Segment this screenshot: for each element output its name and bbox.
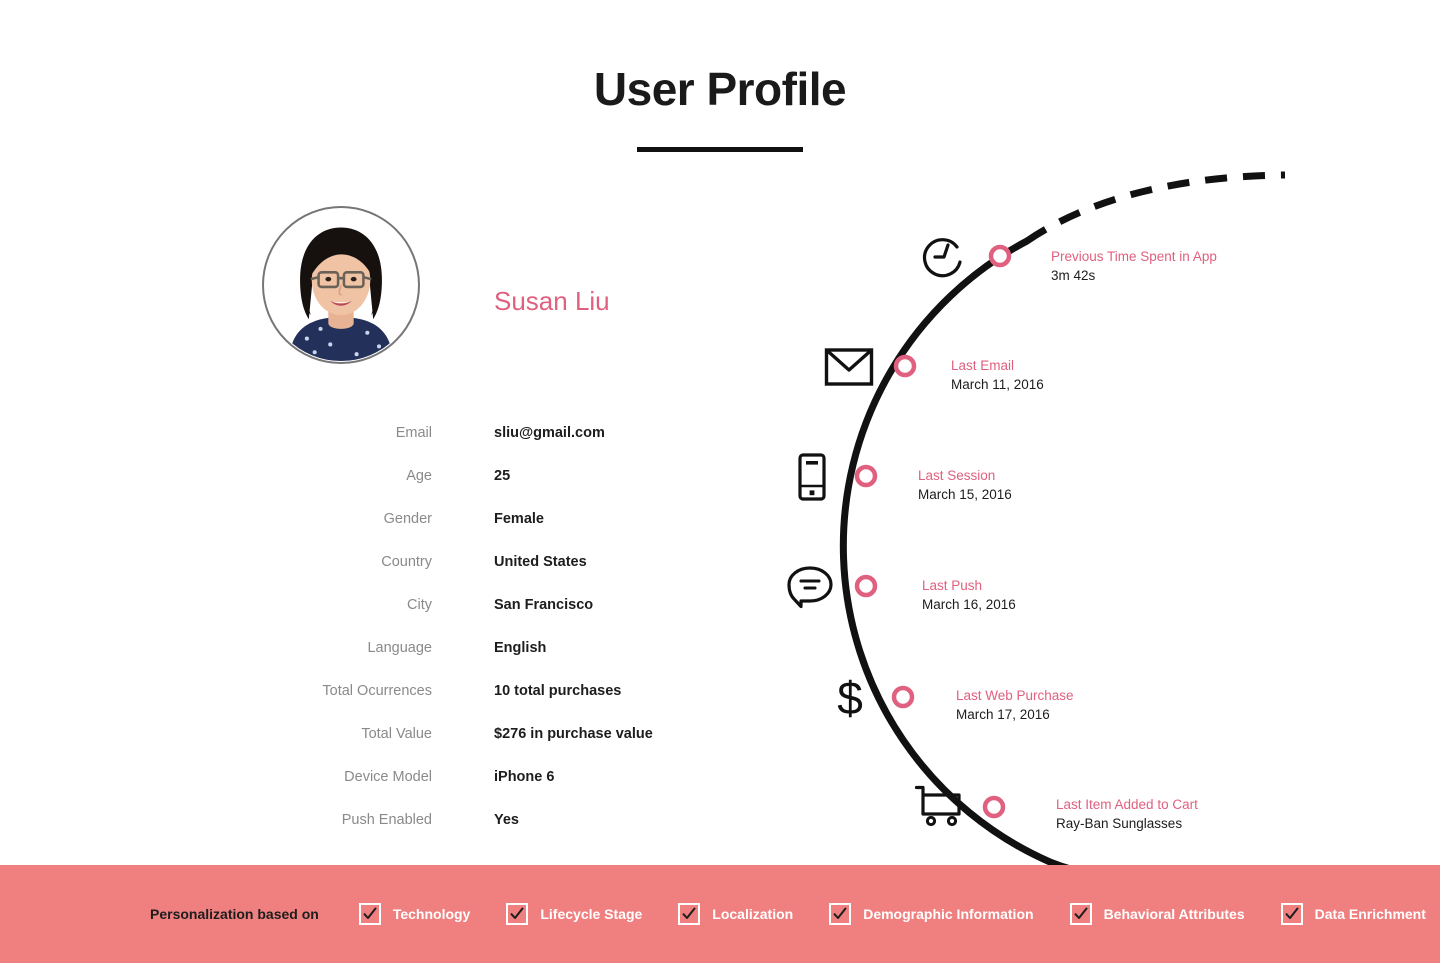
checkbox-item-technology[interactable]: Technology <box>358 903 471 925</box>
check-icon <box>833 907 847 919</box>
check-icon <box>1285 907 1299 919</box>
personalization-banner: Personalization based on Technology Life… <box>0 865 1440 963</box>
checkbox-item-localization[interactable]: Localization <box>678 903 793 925</box>
timeline-event: Last Item Added to Cart Ray-Ban Sunglass… <box>1056 796 1198 833</box>
checkbox[interactable] <box>1280 903 1303 925</box>
timeline-event-title: Last Web Purchase <box>956 688 1074 703</box>
check-icon <box>363 907 377 919</box>
timeline-marker <box>988 244 1012 268</box>
svg-text:$: $ <box>837 673 863 723</box>
timeline-event-title: Previous Time Spent in App <box>1051 249 1217 264</box>
checkbox[interactable] <box>506 903 529 925</box>
timeline-event-detail: March 17, 2016 <box>956 707 1050 722</box>
checkbox-item-demographic-information[interactable]: Demographic Information <box>829 903 1034 925</box>
timeline-event: Last Session March 15, 2016 <box>918 467 1012 504</box>
timeline-event: Previous Time Spent in App 3m 42s <box>1051 248 1217 285</box>
timeline-event: Last Email March 11, 2016 <box>951 357 1044 394</box>
checkbox-label: Demographic Information <box>863 906 1034 922</box>
checkbox-label: Lifecycle Stage <box>540 906 643 922</box>
checkbox-label: Data Enrichment <box>1314 906 1426 922</box>
checkbox[interactable] <box>1069 903 1092 925</box>
banner-label: Personalization based on <box>150 906 319 922</box>
check-icon <box>510 907 524 919</box>
timeline-event: Last Web Purchase March 17, 2016 <box>956 687 1074 724</box>
timeline-curve <box>839 171 1286 880</box>
checkbox-label: Localization <box>712 906 794 922</box>
timeline-event-detail: Ray-Ban Sunglasses <box>1056 816 1183 831</box>
timeline-event: Last Push March 16, 2016 <box>922 577 1016 614</box>
checkbox-label: Behavioral Attributes <box>1103 906 1245 922</box>
timeline-marker <box>854 574 878 598</box>
timeline-marker <box>854 464 878 488</box>
timeline-event-title: Last Item Added to Cart <box>1056 797 1198 812</box>
checkbox[interactable] <box>678 903 701 925</box>
timeline-event-detail: March 16, 2016 <box>922 597 1016 612</box>
checkbox-item-lifecycle-stage[interactable]: Lifecycle Stage <box>506 903 642 925</box>
check-icon <box>682 907 696 919</box>
timeline-event-title: Last Email <box>951 358 1015 373</box>
checkbox-label: Technology <box>392 906 471 922</box>
checkbox-group: Technology Lifecycle Stage Localization <box>358 903 1440 925</box>
timeline-event-title: Last Session <box>918 468 996 483</box>
timeline-event-detail: March 11, 2016 <box>951 377 1044 392</box>
checkbox-item-behavioral-attributes[interactable]: Behavioral Attributes <box>1069 903 1245 925</box>
user-profile-page: User Profile Susan Liu Email sliu@gmail.… <box>0 0 1440 963</box>
timeline-marker <box>982 795 1006 819</box>
timeline-event-detail: 3m 42s <box>1051 268 1096 283</box>
timeline-marker <box>893 354 917 378</box>
timeline-event-detail: March 15, 2016 <box>918 487 1012 502</box>
checkbox[interactable] <box>829 903 852 925</box>
timeline-marker <box>891 685 915 709</box>
timeline-event-title: Last Push <box>922 578 983 593</box>
check-icon <box>1074 907 1088 919</box>
checkbox-item-data-enrichment[interactable]: Data Enrichment <box>1280 903 1426 925</box>
activity-timeline: $ Previous Time Spent in App 3m 42s Last… <box>0 0 1440 880</box>
checkbox[interactable] <box>358 903 381 925</box>
